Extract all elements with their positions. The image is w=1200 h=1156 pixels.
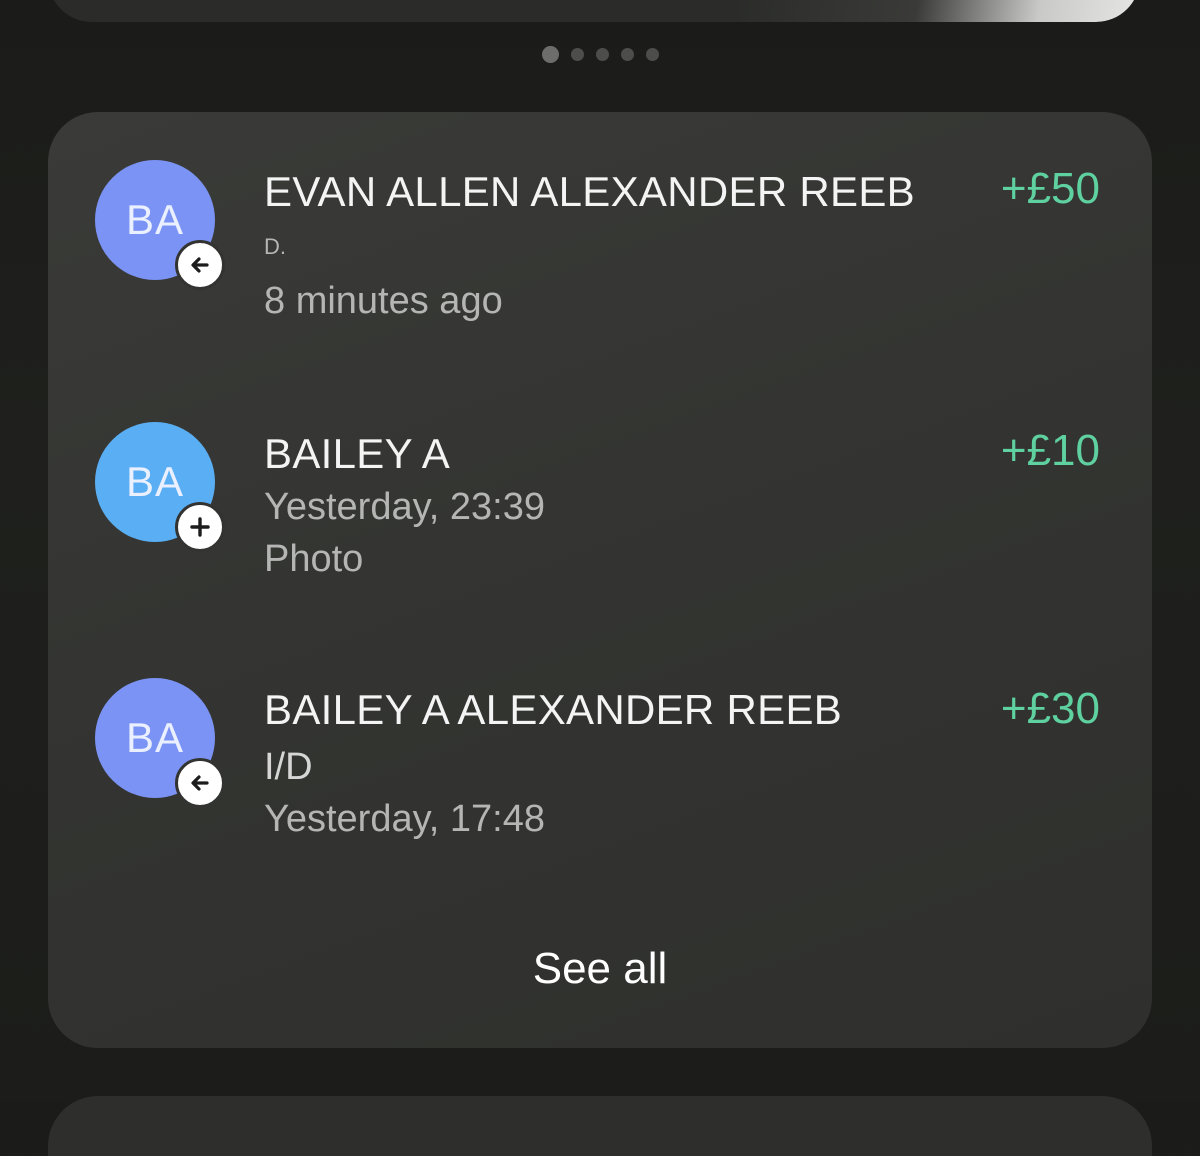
- page-dot-active[interactable]: [541, 46, 559, 63]
- transaction-title: BAILEY A: [264, 430, 451, 477]
- transaction-note: Photo: [264, 538, 364, 580]
- plus-icon: [175, 502, 225, 552]
- page-dot[interactable]: [595, 48, 609, 61]
- previous-card[interactable]: [48, 0, 1140, 22]
- recent-transactions-card: BA EVAN ALLEN ALEXANDER REEB D. 8 minute…: [48, 112, 1152, 1048]
- transaction-row[interactable]: BA BAILEY A Yesterday, 23:39 Photo +£10: [48, 372, 1152, 592]
- avatar-initials: BA: [125, 458, 185, 505]
- carousel-page-indicator: [0, 46, 1200, 63]
- page-dot[interactable]: [570, 48, 584, 61]
- avatar-initials: BA: [125, 714, 185, 761]
- transaction-amount: +£30: [1000, 684, 1100, 733]
- transaction-time: Yesterday, 23:39: [264, 486, 545, 528]
- transaction-row[interactable]: BA EVAN ALLEN ALEXANDER REEB D. 8 minute…: [48, 112, 1152, 332]
- arrow-left-icon: [175, 240, 225, 290]
- see-all-button[interactable]: See all: [48, 944, 1152, 994]
- page-dot[interactable]: [620, 48, 634, 61]
- transaction-row[interactable]: BA BAILEY A ALEXANDER REEB I/D Yesterday…: [48, 632, 1152, 852]
- transaction-amount: +£50: [1000, 164, 1100, 213]
- avatar-initials: BA: [125, 196, 185, 243]
- transaction-subtitle: I/D: [264, 746, 313, 788]
- arrow-left-icon: [175, 758, 225, 808]
- transaction-time: 8 minutes ago: [264, 280, 503, 322]
- transaction-title: EVAN ALLEN ALEXANDER REEB: [264, 168, 915, 215]
- next-card[interactable]: [48, 1096, 1152, 1156]
- page-dot[interactable]: [645, 48, 659, 61]
- transaction-title: BAILEY A ALEXANDER REEB: [264, 686, 843, 733]
- transaction-subtitle: D.: [264, 234, 286, 259]
- transaction-amount: +£10: [1000, 426, 1100, 475]
- transaction-time: Yesterday, 17:48: [264, 798, 545, 840]
- card-image: [740, 0, 1140, 22]
